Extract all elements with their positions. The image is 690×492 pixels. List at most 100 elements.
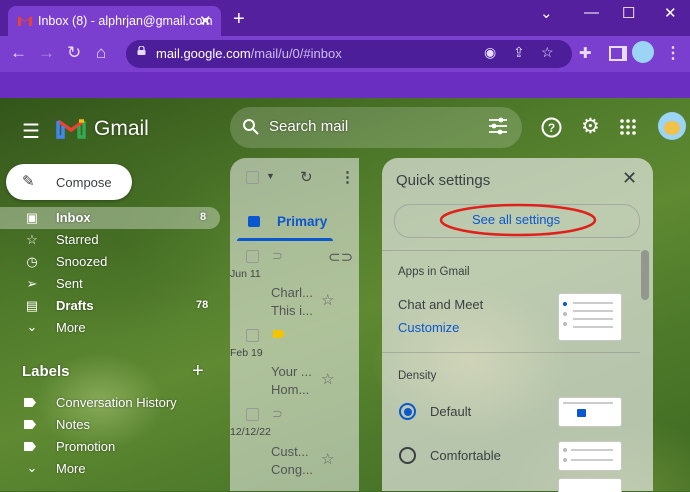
quick-settings-scrollbar[interactable] bbox=[641, 250, 649, 300]
density-comfortable-thumbnail bbox=[558, 441, 622, 471]
row-sender[interactable]: Charl... bbox=[271, 285, 313, 300]
quick-settings-title: Quick settings bbox=[396, 172, 491, 189]
sidebar-item-starred[interactable]: Starred bbox=[56, 232, 99, 247]
chevron-down-icon: ⌄ bbox=[26, 460, 38, 475]
label-conversation-history[interactable]: Conversation History bbox=[56, 395, 177, 410]
row-checkbox[interactable] bbox=[246, 408, 259, 421]
clock-icon: ◷ bbox=[26, 254, 38, 269]
pencil-icon: ✎ bbox=[22, 173, 35, 190]
select-all-checkbox[interactable] bbox=[246, 171, 259, 184]
preview-dot bbox=[563, 458, 567, 462]
attachment-icon: ⊂⊃ bbox=[328, 249, 354, 266]
maximize-button[interactable]: ☐ bbox=[622, 4, 635, 22]
preview-dot bbox=[563, 322, 567, 326]
red-ellipse-annotation bbox=[439, 203, 597, 237]
chevron-down-icon[interactable]: ⌄ bbox=[540, 4, 553, 22]
star-icon[interactable]: ☆ bbox=[321, 370, 334, 388]
help-icon[interactable]: ? bbox=[541, 117, 562, 138]
main-menu-icon[interactable]: ☰ bbox=[22, 119, 40, 144]
tab-title: Inbox (8) - alphrjan@gmail.com bbox=[38, 14, 213, 28]
account-avatar[interactable] bbox=[658, 112, 686, 140]
preview-line bbox=[571, 449, 613, 451]
importance-marker-icon[interactable]: ⊃ bbox=[272, 248, 283, 264]
home-button[interactable]: ⌂ bbox=[96, 43, 106, 63]
row-checkbox[interactable] bbox=[246, 329, 259, 342]
drafts-count: 78 bbox=[196, 299, 209, 311]
refresh-icon[interactable]: ↻ bbox=[300, 168, 313, 186]
label-notes[interactable]: Notes bbox=[56, 417, 90, 432]
search-input[interactable]: Search mail bbox=[269, 118, 348, 135]
row-sender[interactable]: Cust... bbox=[271, 444, 309, 459]
density-comfortable-label[interactable]: Comfortable bbox=[430, 448, 501, 463]
importance-marker-icon[interactable]: ⊃ bbox=[272, 406, 283, 422]
more-options-icon[interactable]: ⋮ bbox=[340, 168, 355, 186]
density-default-thumbnail bbox=[558, 397, 622, 427]
preview-line bbox=[573, 310, 613, 312]
preview-line bbox=[573, 326, 613, 328]
gmail-wordmark: Gmail bbox=[94, 117, 149, 140]
preview-line bbox=[571, 459, 613, 461]
density-default-radio[interactable] bbox=[399, 403, 416, 420]
back-button[interactable]: ← bbox=[10, 43, 27, 63]
lock-icon bbox=[137, 46, 146, 55]
search-options-icon[interactable] bbox=[488, 117, 508, 135]
inbox-count: 8 bbox=[200, 211, 207, 223]
close-icon[interactable]: ✕ bbox=[622, 168, 637, 189]
apps-grid-icon[interactable] bbox=[620, 119, 636, 135]
url-path: /mail/u/0/#inbox bbox=[250, 46, 342, 61]
row-date: Feb 19 bbox=[230, 347, 263, 359]
row-snippet[interactable]: This i... bbox=[271, 303, 313, 318]
tab-close-icon[interactable]: ✕ bbox=[199, 12, 212, 30]
sidebar-item-sent[interactable]: Sent bbox=[56, 276, 83, 291]
row-snippet[interactable]: Hom... bbox=[271, 382, 309, 397]
sidebar-item-drafts[interactable]: Drafts bbox=[56, 298, 94, 313]
avatar-figure bbox=[664, 121, 680, 135]
minimize-button[interactable]: — bbox=[584, 4, 599, 21]
primary-inbox-icon bbox=[248, 216, 260, 227]
star-icon: ☆ bbox=[26, 232, 38, 247]
new-tab-button[interactable]: + bbox=[233, 8, 245, 31]
search-icon[interactable] bbox=[242, 118, 260, 136]
browser-menu-icon[interactable]: ⋮ bbox=[665, 43, 681, 63]
density-default-label[interactable]: Default bbox=[430, 404, 471, 419]
purple-banner bbox=[0, 72, 690, 98]
preview-dot bbox=[563, 302, 567, 306]
share-icon[interactable]: ⇪ bbox=[513, 44, 525, 61]
sidebar-item-snoozed[interactable]: Snoozed bbox=[56, 254, 107, 269]
reload-button[interactable]: ↻ bbox=[67, 43, 81, 63]
row-snippet[interactable]: Cong... bbox=[271, 462, 313, 477]
forward-button[interactable]: → bbox=[38, 43, 55, 63]
preview-line bbox=[563, 402, 613, 404]
chat-and-meet-label: Chat and Meet bbox=[398, 297, 484, 312]
preview-line bbox=[573, 318, 613, 320]
add-label-icon[interactable]: + bbox=[192, 360, 204, 383]
window-close-button[interactable]: ✕ bbox=[664, 4, 677, 22]
divider bbox=[382, 352, 640, 353]
bookmark-star-icon[interactable]: ☆ bbox=[541, 44, 554, 61]
eye-icon[interactable]: ◉ bbox=[484, 44, 496, 61]
customize-link[interactable]: Customize bbox=[398, 320, 459, 335]
select-dropdown-icon[interactable]: ▼ bbox=[266, 171, 275, 181]
label-promotion[interactable]: Promotion bbox=[56, 439, 115, 454]
settings-gear-icon[interactable]: ⚙ bbox=[581, 114, 600, 139]
tab-primary-underline bbox=[237, 238, 333, 241]
side-panel-icon[interactable] bbox=[609, 46, 627, 61]
labels-heading: Labels bbox=[22, 363, 70, 380]
star-icon[interactable]: ☆ bbox=[321, 291, 334, 309]
url-host: mail.google.com bbox=[156, 46, 251, 61]
row-checkbox[interactable] bbox=[246, 250, 259, 263]
sidebar-item-more[interactable]: More bbox=[56, 320, 86, 335]
density-comfortable-radio[interactable] bbox=[399, 447, 416, 464]
profile-avatar[interactable] bbox=[632, 41, 654, 63]
row-sender[interactable]: Your ... bbox=[271, 364, 312, 379]
chat-meet-preview-thumbnail bbox=[558, 293, 622, 341]
tab-primary[interactable]: Primary bbox=[277, 214, 327, 229]
star-icon[interactable]: ☆ bbox=[321, 450, 334, 468]
extensions-icon[interactable]: ✚ bbox=[579, 44, 592, 62]
preview-dot bbox=[563, 448, 567, 452]
divider bbox=[382, 250, 640, 251]
density-heading: Density bbox=[398, 370, 437, 382]
gmail-favicon-icon bbox=[18, 16, 32, 26]
labels-more[interactable]: More bbox=[56, 461, 86, 476]
sidebar-item-inbox[interactable]: Inbox bbox=[56, 210, 91, 225]
